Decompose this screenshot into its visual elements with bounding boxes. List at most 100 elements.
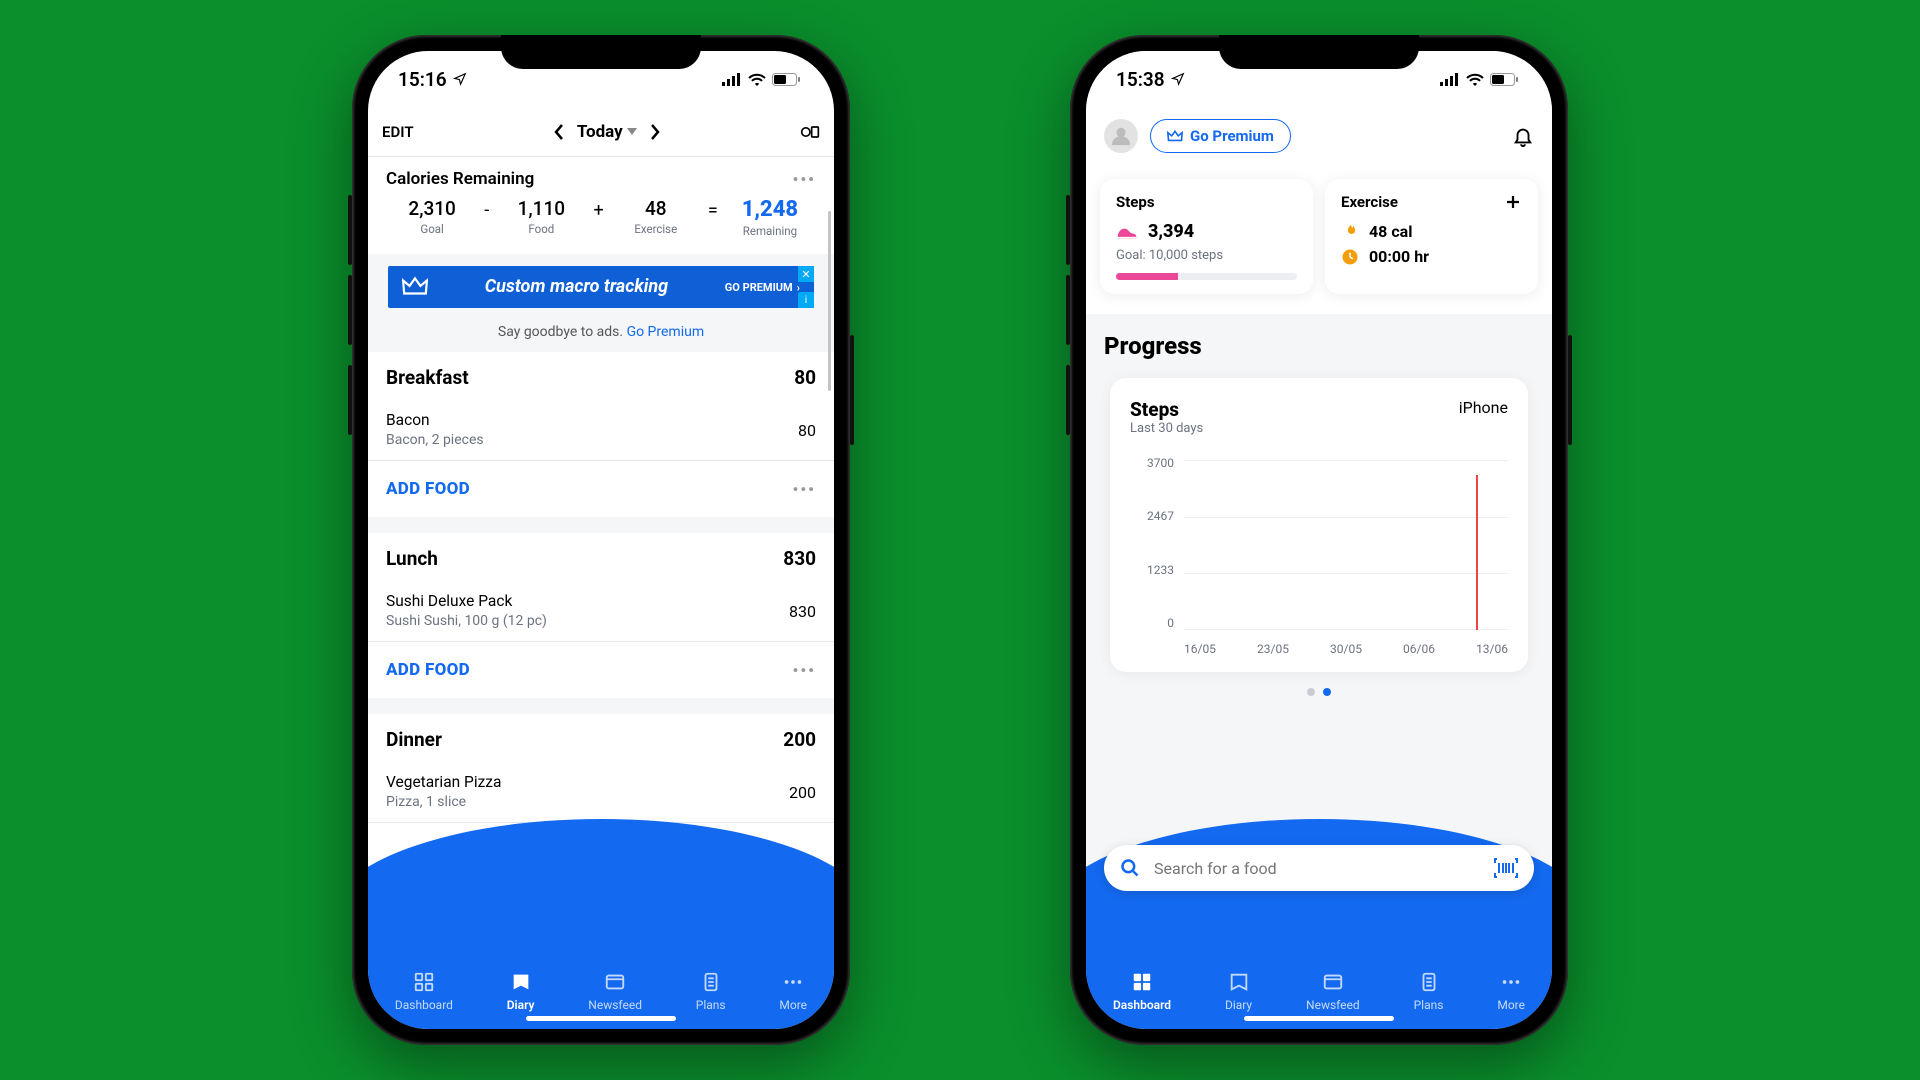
signal-icon: [722, 73, 742, 86]
notch: [1219, 35, 1419, 69]
tab-newsfeed[interactable]: Newsfeed: [1306, 971, 1360, 1012]
bell-icon[interactable]: [1512, 124, 1534, 148]
dashboard-icon: [1131, 971, 1153, 993]
tab-plans[interactable]: Plans: [696, 971, 726, 1012]
x-tick: 13/06: [1476, 642, 1508, 656]
meal-cal: 200: [783, 728, 816, 751]
ad-info-icon[interactable]: i: [798, 292, 814, 308]
steps-value: 3,394: [1148, 221, 1194, 242]
food-name: Bacon: [386, 411, 484, 429]
ad-title: Custom macro tracking: [444, 277, 709, 297]
progress-device: iPhone: [1459, 398, 1508, 417]
steps-card[interactable]: Steps 3,394 Goal: 10,000 steps: [1100, 179, 1313, 294]
location-icon: [1171, 72, 1185, 86]
diary-header: EDIT Today: [368, 107, 834, 157]
chevron-left-icon[interactable]: [553, 123, 565, 141]
search-bar[interactable]: [1104, 845, 1534, 891]
home-indicator[interactable]: [526, 1016, 676, 1021]
divider: [368, 698, 834, 714]
dashboard-header: Go Premium: [1086, 107, 1552, 165]
pager-dots[interactable]: [1104, 688, 1534, 696]
dashboard-icon: [413, 971, 435, 993]
meal-header-breakfast: Breakfast80: [368, 352, 834, 401]
more-icon: [782, 971, 804, 993]
progress-card-title: Steps: [1130, 398, 1203, 421]
crown-icon: [402, 276, 428, 298]
scrollbar[interactable]: [828, 211, 831, 391]
phone-diary: 15:16 EDIT Today: [352, 35, 850, 1045]
battery-icon: [1490, 73, 1518, 86]
meal-name: Lunch: [386, 547, 438, 570]
tab-diary[interactable]: Diary: [507, 971, 535, 1012]
tab-plans[interactable]: Plans: [1414, 971, 1444, 1012]
diary-icon: [1228, 971, 1250, 993]
food-item[interactable]: Bacon Bacon, 2 pieces 80: [368, 401, 834, 461]
remaining-col: 1,248Remaining: [724, 197, 816, 238]
food-col: 1,110Food: [495, 197, 587, 236]
add-food-row: ADD FOOD •••: [368, 461, 834, 517]
goal-col: 2,310Goal: [386, 197, 478, 236]
diary-icon: [510, 971, 532, 993]
meal-more-icon[interactable]: •••: [792, 480, 816, 499]
dashboard-screen: 15:38 Go Premium: [1086, 51, 1552, 1029]
ad-note: Say goodbye to ads. Go Premium: [368, 318, 834, 352]
x-tick: 30/05: [1330, 642, 1362, 656]
food-item[interactable]: Vegetarian PizzaPizza, 1 slice200: [368, 763, 834, 823]
go-premium-link[interactable]: Go Premium: [627, 324, 705, 340]
food-cal: 80: [798, 411, 816, 448]
plans-icon: [700, 971, 722, 993]
status-time: 15:38: [1116, 68, 1165, 91]
tab-bar: Dashboard Diary Newsfeed Plans More: [368, 899, 834, 1029]
exercise-col: 48Exercise: [610, 197, 702, 236]
meal-name: Dinner: [386, 728, 442, 751]
chart-bar: [1476, 475, 1478, 630]
food-name: Sushi Deluxe Pack: [386, 592, 547, 610]
progress-subtitle: Last 30 days: [1130, 421, 1203, 436]
wifi-icon: [1466, 73, 1484, 86]
tab-dashboard[interactable]: Dashboard: [1113, 971, 1171, 1012]
add-food-button[interactable]: ADD FOOD: [386, 660, 470, 680]
ad-section: ✕ i Custom macro tracking GO PREMIUM› Sa…: [368, 254, 834, 352]
tab-newsfeed[interactable]: Newsfeed: [588, 971, 642, 1012]
go-premium-button[interactable]: Go Premium: [1150, 119, 1291, 153]
tab-diary[interactable]: Diary: [1225, 971, 1252, 1012]
plus-icon[interactable]: [1504, 193, 1522, 211]
tab-more[interactable]: More: [1497, 971, 1525, 1012]
user-icon: [1110, 125, 1132, 147]
meal-more-icon[interactable]: •••: [792, 661, 816, 680]
tab-more[interactable]: More: [779, 971, 807, 1012]
meal-header-lunch: Lunch 830: [368, 533, 834, 582]
chevron-right-icon[interactable]: [649, 123, 661, 141]
location-icon: [453, 72, 467, 86]
progress-card[interactable]: Steps Last 30 days iPhone 3700 2467 1233…: [1110, 378, 1528, 672]
meal-cal: 830: [783, 547, 816, 570]
meal-header-dinner: Dinner 200: [368, 714, 834, 763]
date-picker[interactable]: Today: [577, 122, 637, 142]
exercise-card[interactable]: Exercise 48 cal 00:00 hr: [1325, 179, 1538, 294]
tab-dashboard[interactable]: Dashboard: [395, 971, 453, 1012]
add-food-button[interactable]: ADD FOOD: [386, 479, 470, 499]
more-icon[interactable]: •••: [792, 170, 816, 189]
wifi-icon: [748, 73, 766, 86]
close-ad-icon[interactable]: ✕: [798, 266, 814, 282]
date-label: Today: [577, 122, 623, 142]
avatar[interactable]: [1104, 119, 1138, 153]
x-tick: 06/06: [1403, 642, 1435, 656]
food-detail: Bacon, 2 pieces: [386, 432, 484, 448]
nutrition-icon[interactable]: [800, 122, 820, 142]
plans-icon: [1418, 971, 1440, 993]
x-tick: 16/05: [1184, 642, 1216, 656]
exercise-title: Exercise: [1341, 193, 1398, 211]
food-item[interactable]: Sushi Deluxe Pack Sushi Sushi, 100 g (12 …: [368, 582, 834, 642]
home-indicator[interactable]: [1244, 1016, 1394, 1021]
edit-button[interactable]: EDIT: [382, 123, 414, 141]
food-cal: 200: [789, 773, 816, 810]
steps-goal: Goal: 10,000 steps: [1116, 248, 1297, 263]
y-tick: 1233: [1130, 563, 1174, 577]
barcode-icon[interactable]: [1494, 858, 1518, 878]
search-input[interactable]: [1152, 858, 1482, 879]
premium-ad[interactable]: ✕ i Custom macro tracking GO PREMIUM›: [388, 266, 814, 308]
steps-chart: 3700 2467 1233 0: [1130, 456, 1508, 656]
notch: [501, 35, 701, 69]
food-detail: Sushi Sushi, 100 g (12 pc): [386, 613, 547, 629]
